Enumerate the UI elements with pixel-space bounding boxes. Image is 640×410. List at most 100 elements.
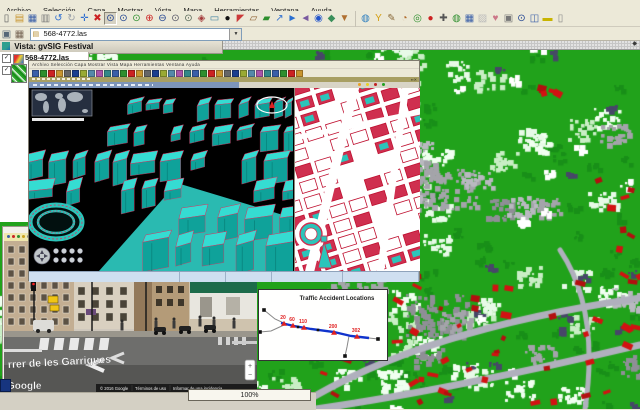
attribute-table-icon[interactable]: ▦ — [463, 12, 476, 25]
add-layer-icon[interactable]: ◍ — [450, 12, 463, 25]
open-project-icon[interactable]: ▤ — [13, 12, 26, 25]
info-icon[interactable]: ◉ — [312, 12, 325, 25]
note-icon[interactable]: ▬ — [541, 12, 554, 25]
inner-tool-icon[interactable] — [88, 70, 95, 77]
traffic-accident-chart-window[interactable]: Traffic Accident Locations 2060110200302 — [258, 289, 388, 361]
inner-tool-icon[interactable] — [48, 70, 55, 77]
inner-tool-icon[interactable] — [152, 70, 159, 77]
inner-tool-icon[interactable] — [32, 70, 39, 77]
zoom-world-icon[interactable]: ⊙ — [130, 12, 143, 25]
combo-dropdown-arrow-icon[interactable]: ▼ — [229, 29, 241, 40]
zoom-select-icon[interactable]: ⊙ — [104, 12, 117, 25]
inner-tool-icon[interactable] — [112, 70, 119, 77]
inner-tool-icon[interactable] — [80, 70, 87, 77]
layer-checkbox[interactable]: ✓ — [2, 54, 11, 63]
export-icon[interactable]: ▥ — [39, 12, 52, 25]
annotate-icon[interactable]: ✎ — [385, 12, 398, 25]
clear-selection-icon[interactable]: ✖ — [91, 12, 104, 25]
status-dot — [366, 83, 369, 86]
inner-tool-icon[interactable] — [272, 70, 279, 77]
layer-checkbox[interactable]: ✓ — [2, 66, 11, 75]
orientation-icon[interactable]: ◔ — [398, 12, 411, 25]
taskbar-icon[interactable] — [0, 379, 11, 392]
inner-tool-icon[interactable] — [176, 70, 183, 77]
inner-tool-icon[interactable] — [280, 70, 287, 77]
inner-tool-icon[interactable] — [240, 70, 247, 77]
sv-titlebar-icon — [12, 235, 15, 238]
inner-tool-icon[interactable] — [216, 70, 223, 77]
zoom-box-icon[interactable]: ⊙ — [117, 12, 130, 25]
inner-tool-icon[interactable] — [264, 70, 271, 77]
world-overview-inset — [32, 90, 92, 121]
zoom-document-icon[interactable]: ⊙ — [515, 12, 528, 25]
cadastral-map-view[interactable] — [294, 88, 419, 271]
terms-link[interactable]: Términos de uso — [135, 386, 167, 391]
new-document-icon[interactable]: ▯ — [0, 12, 13, 25]
save-project-icon[interactable]: ▦ — [26, 12, 39, 25]
inner-tool-icon[interactable] — [200, 70, 207, 77]
inner-tool-icon[interactable] — [40, 70, 47, 77]
inner-tool-icon[interactable] — [192, 70, 199, 77]
inner-tool-icon[interactable] — [208, 70, 215, 77]
redo-icon[interactable]: ↻ — [65, 12, 78, 25]
measure-distance-icon[interactable]: ▱ — [247, 12, 260, 25]
disabled-tool-icon[interactable]: ▨ — [476, 12, 489, 25]
measure-area-icon[interactable]: ▰ — [260, 12, 273, 25]
geoprocess-icon[interactable]: ◎ — [411, 12, 424, 25]
inner-tool-icon[interactable] — [64, 70, 71, 77]
inner-tool-icon[interactable] — [184, 70, 191, 77]
inner-tool-icon[interactable] — [224, 70, 231, 77]
inner-tool-icon[interactable] — [144, 70, 151, 77]
table-tool-icon[interactable]: ▦ — [13, 28, 26, 41]
arrow-ne-icon[interactable]: ↗ — [273, 12, 286, 25]
undo-icon[interactable]: ↺ — [52, 12, 65, 25]
inner-menu-bar[interactable]: Archivo Selección Capa Mostrar Vista Map… — [29, 61, 419, 68]
favorites-icon[interactable]: ♥ — [489, 12, 502, 25]
zoom-next-icon[interactable]: ⊙ — [182, 12, 195, 25]
inner-tool-icon[interactable] — [160, 70, 167, 77]
inner-tool-icon[interactable] — [296, 70, 303, 77]
inner-gvsig-window[interactable]: Archivo Selección Capa Mostrar Vista Map… — [28, 60, 420, 281]
globe-icon[interactable]: ◍ — [359, 12, 372, 25]
street-view-zoom-control[interactable]: + − — [245, 360, 255, 380]
city-3d-view[interactable] — [29, 88, 293, 271]
locator-icon[interactable]: ● — [221, 12, 234, 25]
tools-icon[interactable]: ✚ — [437, 12, 450, 25]
filter-icon[interactable]: Y — [372, 12, 385, 25]
select-rectangle-icon[interactable]: ◄ — [299, 12, 312, 25]
inner-tool-icon[interactable] — [256, 70, 263, 77]
inner-tool-icon[interactable] — [96, 70, 103, 77]
inner-tool-icon[interactable] — [72, 70, 79, 77]
page-icon[interactable]: ▯ — [554, 12, 567, 25]
copy-icon[interactable]: ▣ — [502, 12, 515, 25]
label-icon[interactable]: ▼ — [338, 12, 351, 25]
layer-combo[interactable]: ▤ 568-4772.las ▼ — [30, 28, 242, 41]
inner-tool-icon[interactable] — [56, 70, 63, 77]
zoom-out-button[interactable]: − — [248, 372, 252, 379]
status-segment — [343, 272, 419, 282]
select-point-icon[interactable]: ► — [286, 12, 299, 25]
zoom-in-button[interactable]: + — [248, 363, 252, 370]
inner-tool-icon[interactable] — [104, 70, 111, 77]
inner-tool-icon[interactable] — [168, 70, 175, 77]
inner-toolbar — [29, 68, 419, 77]
inner-tool-icon[interactable] — [120, 70, 127, 77]
hyperlink-icon[interactable]: ◆ — [325, 12, 338, 25]
zoom-previous-icon[interactable]: ⊙ — [169, 12, 182, 25]
inner-tool-icon[interactable] — [136, 70, 143, 77]
inner-tool-icon[interactable] — [128, 70, 135, 77]
zoom-out-icon[interactable]: ⊖ — [156, 12, 169, 25]
inner-tool-icon[interactable] — [288, 70, 295, 77]
stop-icon[interactable]: ● — [424, 12, 437, 25]
scale-progress-box[interactable]: 100% — [188, 389, 311, 401]
flag-icon[interactable]: ◤ — [234, 12, 247, 25]
zoom-layer-icon[interactable]: ◈ — [195, 12, 208, 25]
full-screen-icon[interactable]: ▭ — [208, 12, 221, 25]
accident-label: 20 — [280, 315, 286, 321]
inner-tool-icon[interactable] — [232, 70, 239, 77]
grid-tool-icon[interactable]: ▣ — [0, 28, 13, 41]
pan-icon[interactable]: ✛ — [78, 12, 91, 25]
zoom-in-icon[interactable]: ⊕ — [143, 12, 156, 25]
split-view-icon[interactable]: ◫ — [528, 12, 541, 25]
inner-tool-icon[interactable] — [248, 70, 255, 77]
